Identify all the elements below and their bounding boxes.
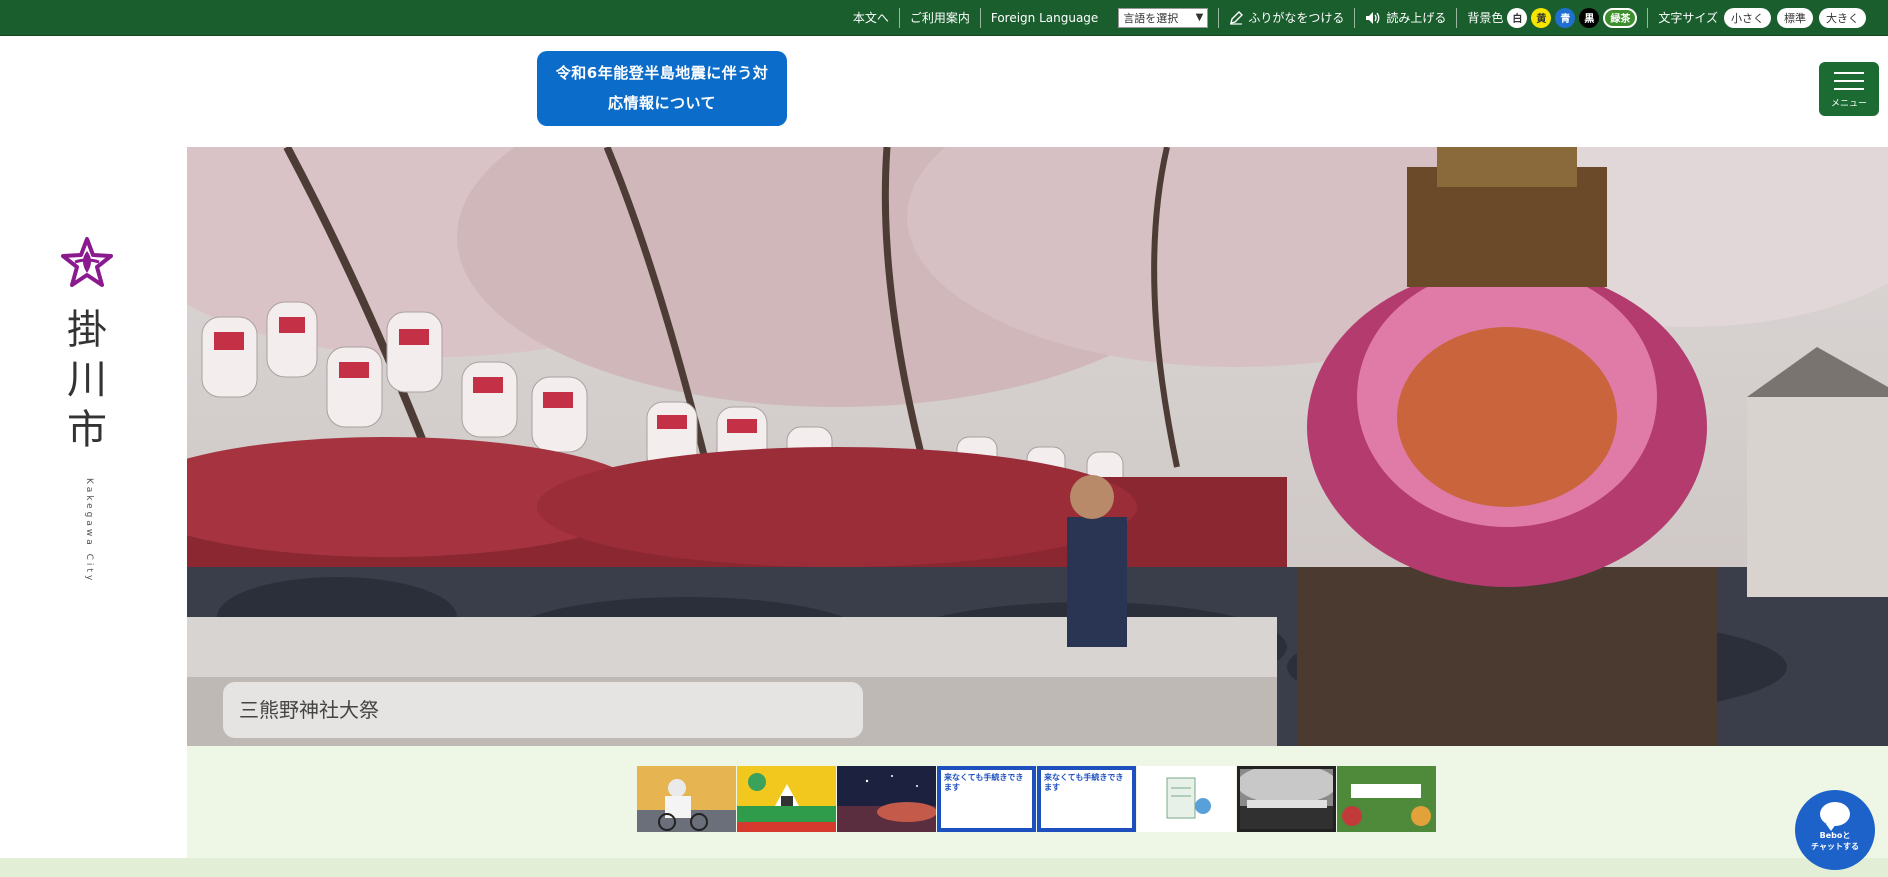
thumbnail-document[interactable] [1137,766,1236,832]
chatbot-button[interactable]: Beboと チャットする [1795,790,1875,870]
festival-photo-icon [1237,766,1336,832]
castle-banner-icon [737,766,836,832]
font-size-label: 文字サイズ [1658,11,1718,25]
language-select-value: 言語を選択 [1123,11,1179,25]
usage-guide-label[interactable]: ご利用案内 [910,9,970,26]
thumbnail-festival[interactable] [1237,766,1336,832]
menu-button[interactable]: メニュー [1819,62,1879,116]
city-name-char: 市 [67,407,107,453]
thumbnail-night-sky[interactable] [837,766,936,832]
usage-guide-link[interactable]: ご利用案内 [900,7,980,29]
greenery-banner-icon [1337,766,1436,832]
chatbot-label-line1: Beboと [1819,831,1851,840]
hero-caption: 三熊野神社大祭 [223,682,863,738]
language-select-wrap: 言語を選択 ▼ [1108,7,1218,29]
furigana-label: ふりがなをつける [1248,11,1345,25]
city-name-char: 川 [67,357,107,403]
banner-text: 来なくても手続きできます [1041,770,1132,828]
foreign-language-link[interactable]: Foreign Language [981,7,1108,29]
thumbnail-online-procedure-1[interactable]: 来なくても手続きできます [937,766,1036,832]
menu-label: メニュー [1830,99,1867,109]
city-emblem-icon[interactable] [60,236,114,290]
bg-white-button[interactable]: 白 [1507,7,1528,28]
festival-hero-image [187,147,1888,746]
chat-bubble-icon [1820,802,1850,831]
language-select[interactable]: 言語を選択 ▼ [1118,7,1209,28]
font-large-button[interactable]: 大きく [1819,7,1866,28]
read-aloud-button[interactable]: 読み上げる [1355,7,1456,29]
skip-to-main-link[interactable]: 本文へ [843,7,899,29]
hamburger-icon [1834,88,1864,90]
thumbnail-greenery[interactable] [1337,766,1436,832]
read-aloud-label: 読み上げる [1386,11,1447,25]
utility-bar: 本文へ ご利用案内 Foreign Language 言語を選択 ▼ ふりがなを… [0,0,1888,36]
slideshow-thumbnails: 来なくても手続きできます 来なくても手続きできます [637,766,1437,832]
city-name-english: Kakegawa City [84,478,94,584]
night-sky-icon [837,766,936,832]
bg-green-tea-button[interactable]: 緑茶 [1603,7,1638,28]
pencil-icon [1229,10,1244,25]
banner-text: 来なくても手続きできます [941,770,1032,828]
hamburger-icon [1834,72,1864,74]
caret-down-icon: ▼ [1195,12,1204,23]
cyclist-photo-icon [637,766,736,832]
font-standard-button[interactable]: 標準 [1777,7,1813,28]
earthquake-notice-button[interactable]: 令和6年能登半島地震に伴う対応情報について [537,51,787,126]
font-small-button[interactable]: 小さく [1724,7,1771,28]
font-size-group: 文字サイズ 小さく 標準 大きく [1648,7,1876,29]
hamburger-icon [1834,80,1864,82]
background-color-label: 背景色 [1467,11,1504,25]
city-name-char: 掛 [67,307,107,353]
leaf-pattern-band [0,858,1888,877]
hero-slideshow[interactable] [187,147,1888,746]
bg-blue-button[interactable]: 青 [1555,7,1576,28]
thumbnail-castle-anniversary[interactable] [737,766,836,832]
document-illustration-icon [1137,766,1236,832]
speaker-icon [1365,11,1381,25]
bg-yellow-button[interactable]: 黄 [1531,7,1552,28]
skip-to-main-label[interactable]: 本文へ [853,9,889,26]
chatbot-label-line2: チャットする [1811,842,1859,851]
bg-black-button[interactable]: 黒 [1579,7,1600,28]
background-color-group: 背景色 白 黄 青 黒 緑茶 [1457,7,1647,29]
city-name-logo[interactable]: 掛 川 市 [62,305,112,455]
furigana-button[interactable]: ふりがなをつける [1219,7,1354,29]
thumbnail-online-procedure-2[interactable]: 来なくても手続きできます [1037,766,1136,832]
foreign-language-label[interactable]: Foreign Language [991,11,1098,25]
thumbnail-cyclist[interactable] [637,766,736,832]
